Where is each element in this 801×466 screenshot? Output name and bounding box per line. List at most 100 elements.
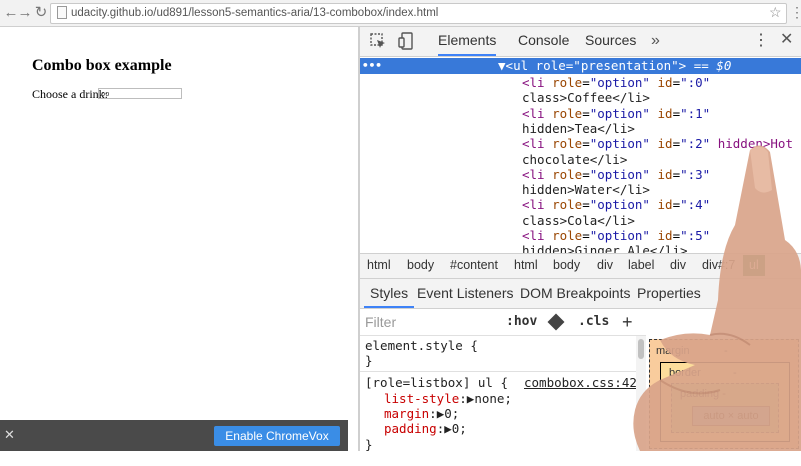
ellipsis-icon[interactable]: ••• <box>362 58 382 74</box>
devtools-panel: Elements Console Sources » ⋮ ✕ ••• ▼<ul … <box>360 27 801 451</box>
styles-scrollbar-thumb[interactable] <box>638 339 644 359</box>
inspect-element-icon[interactable] <box>370 33 386 49</box>
new-rule-button[interactable]: + <box>622 309 633 335</box>
node-text: hidden>Water</li> <box>522 182 650 198</box>
rule-close: } <box>365 437 373 451</box>
selected-node-row[interactable]: ••• ▼<ul role="presentation"> == $0 <box>360 58 801 74</box>
breadcrumb-item[interactable]: div#:7 <box>702 254 735 276</box>
page-icon <box>57 6 67 19</box>
tab-sources[interactable]: Sources <box>585 27 636 56</box>
node-eq: =" <box>565 58 581 73</box>
breadcrumb-item[interactable]: div <box>670 254 686 276</box>
url-text: udacity.github.io/ud891/lesson5-semantic… <box>71 7 439 19</box>
devtools-menu-icon[interactable]: ⋮ <box>753 31 769 51</box>
padding-label: padding - <box>680 388 726 400</box>
property-value: 0; <box>444 406 460 421</box>
tab-properties[interactable]: Properties <box>637 279 701 308</box>
style-property[interactable]: padding:▶0; <box>384 421 467 436</box>
style-rules: element.style { } [role=listbox] ul { co… <box>360 336 636 451</box>
styles-filter-row: Filter :hov .cls + <box>360 309 646 336</box>
hover-state-button[interactable]: :hov <box>506 309 537 335</box>
class-toggle-button[interactable]: .cls <box>578 309 609 335</box>
tag-open: <li <box>522 166 553 182</box>
breadcrumb-item[interactable]: html <box>367 254 391 276</box>
tab-console[interactable]: Console <box>518 27 569 56</box>
dom-tree-line[interactable]: <li role="option" id=":5" <box>522 228 710 243</box>
attr-value: "option" <box>589 197 650 213</box>
dom-tree-line[interactable]: <li role="option" id=":3" <box>522 167 710 182</box>
property-name: list-style <box>384 391 460 406</box>
browser-menu-icon[interactable]: ⋮ <box>790 4 801 20</box>
dom-tree-line[interactable]: hidden>Tea</li> <box>522 121 635 136</box>
reload-button[interactable]: ↻ <box>32 4 50 22</box>
border-label: border <box>669 367 701 379</box>
rule-selector[interactable]: [role=listbox] ul { <box>365 375 508 390</box>
tab-elements[interactable]: Elements <box>438 27 497 56</box>
breadcrumb: html body #content html body div label div div#:… <box>360 253 801 279</box>
attr-name: role <box>552 105 583 121</box>
attr-value: ":1" <box>680 105 711 121</box>
margin-label: margin <box>656 345 690 357</box>
box-model-content[interactable]: auto × auto <box>692 406 770 426</box>
dom-tree-line[interactable]: <li role="option" id=":0" <box>522 75 710 90</box>
breadcrumb-item[interactable]: #content <box>450 254 498 276</box>
box-model-margin[interactable]: margin - border - padding - auto × auto <box>649 339 799 449</box>
dom-tree-line[interactable]: <li role="option" id=":2" hidden>Hot <box>522 136 793 151</box>
color-palette-icon[interactable] <box>547 313 565 331</box>
attr-name: id <box>657 197 673 213</box>
node-value: presentation <box>580 58 672 73</box>
attr-value: "option" <box>589 75 650 90</box>
chromevox-bar: ✕ Enable ChromeVox Lite <box>0 420 348 463</box>
style-property[interactable]: margin:▶0; <box>384 406 459 421</box>
node-tag: ul <box>513 58 529 73</box>
dom-tree-line[interactable]: class>Cola</li> <box>522 213 635 228</box>
expand-icon[interactable]: ▶ <box>444 421 452 436</box>
dom-tree-line[interactable]: chocolate</li> <box>522 152 627 167</box>
star-icon[interactable]: ☆ <box>769 4 782 21</box>
attr-value: "option" <box>589 228 650 243</box>
node-ref: == $0 <box>686 58 732 73</box>
rule-separator <box>360 371 636 372</box>
box-model-padding[interactable]: padding - auto × auto <box>671 383 779 433</box>
dom-tree-line[interactable]: <li role="option" id=":1" <box>522 106 710 121</box>
node-text: class>Coffee</li> <box>522 90 650 106</box>
breadcrumb-item[interactable]: body <box>553 254 580 276</box>
styles-filter-input[interactable]: Filter <box>365 309 396 335</box>
close-icon[interactable]: ✕ <box>780 30 793 50</box>
dom-tree-line[interactable]: class>Coffee</li> <box>522 90 650 105</box>
style-property[interactable]: list-style:▶none; <box>384 391 512 406</box>
breadcrumb-item[interactable]: div <box>597 254 613 276</box>
tag-open: <li <box>522 136 553 152</box>
dom-tree-line[interactable]: hidden>Water</li> <box>522 182 650 197</box>
tab-styles[interactable]: Styles <box>364 279 415 308</box>
drink-combobox-input[interactable]: oo <box>98 88 182 99</box>
attr-name: role <box>552 197 583 213</box>
breadcrumb-item[interactable]: label <box>628 254 654 276</box>
attr-name: role <box>552 75 583 90</box>
border-value[interactable]: - <box>733 367 737 379</box>
breadcrumb-item[interactable]: body <box>407 254 434 276</box>
tab-dom-breakpoints[interactable]: DOM Breakpoints <box>520 279 630 308</box>
device-toolbar-icon[interactable] <box>398 32 414 50</box>
tab-event-listeners[interactable]: Event Listeners <box>417 279 514 308</box>
breadcrumb-item[interactable]: html <box>514 254 538 276</box>
rule-source-link[interactable]: combobox.css:42 <box>524 375 636 390</box>
attr-name: id <box>657 136 673 152</box>
attr-value: ":5" <box>680 228 711 243</box>
attr-name: role <box>552 136 583 152</box>
breadcrumb-item[interactable]: ul <box>743 255 765 276</box>
attr-value: "option" <box>589 136 650 152</box>
property-value: 0; <box>451 421 467 436</box>
node-text: hidden>Tea</li> <box>522 120 635 136</box>
property-name: margin <box>384 406 430 421</box>
element-style-selector[interactable]: element.style { <box>365 338 478 353</box>
address-bar[interactable]: udacity.github.io/ud891/lesson5-semantic… <box>50 3 787 24</box>
enable-chromevox-button[interactable]: Enable ChromeVox Lite <box>214 426 340 463</box>
box-model-border[interactable]: border - padding - auto × auto <box>660 362 790 442</box>
attr-value: ":4" <box>680 197 711 213</box>
dom-tree-line[interactable]: <li role="option" id=":4" <box>522 197 710 212</box>
attr-name: id <box>657 75 673 90</box>
more-tabs-icon[interactable]: » <box>651 27 660 56</box>
margin-value[interactable]: - <box>724 345 728 357</box>
attr-name: role <box>552 228 583 243</box>
